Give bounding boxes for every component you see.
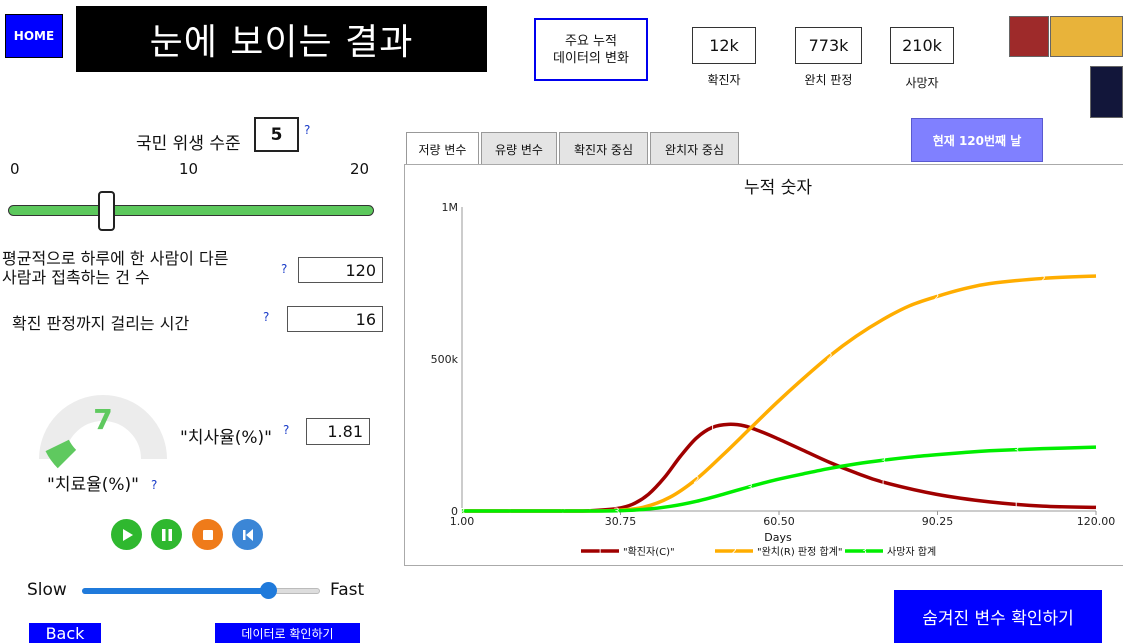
series-marker: 2 (1040, 274, 1046, 285)
legend-label: "완치(R) 판정 합계" (757, 546, 843, 558)
series-line (462, 422, 1097, 513)
deaths-stat-value: 210k (902, 36, 942, 55)
hygiene-help-icon[interactable]: ? (304, 123, 310, 137)
hygiene-mid-label: 10 (179, 160, 199, 178)
y-axis: 0500k1M (431, 201, 463, 518)
contacts-input[interactable]: 120 (298, 257, 383, 283)
night-color-swatch[interactable] (1090, 66, 1123, 118)
legend-label: "확진자(C)" (623, 546, 675, 558)
contacts-label: 평균적으로 하루에 한 사람이 다른 사람과 접촉하는 건 수 (2, 249, 228, 287)
legend-marker: 2 (731, 547, 737, 557)
series-layer: 1 1 11112 222223 3333 (459, 274, 1097, 518)
speed-fast-label: Fast (330, 580, 365, 600)
view-data-button[interactable]: 데이터로 확인하기 (215, 623, 360, 643)
series-marker: 2 (933, 293, 939, 304)
x-tick-label: 30.75 (605, 515, 637, 528)
hidden-variables-button[interactable]: 숨겨진 변수 확인하기 (894, 590, 1102, 643)
series-marker: 1 (1013, 500, 1019, 511)
death-rate-label: "치사율(%)" (180, 428, 272, 448)
tab-stock-variables[interactable]: 저량 변수 (406, 132, 479, 166)
chart-frame: 누적 숫자 0 500k 1M 1.00 30.75 60.50 90.25 120.00 … (404, 164, 1123, 566)
contacts-help-icon[interactable]: ? (281, 262, 287, 276)
x-axis-label: Days (764, 531, 792, 544)
summary-button[interactable]: 주요 누적 데이터의 변화 (534, 18, 648, 81)
rewind-button[interactable] (232, 519, 263, 550)
confirmed-stat-value: 12k (709, 36, 739, 55)
cure-rate-label: "치료율(%)" (47, 475, 139, 495)
series-marker: 1 (880, 478, 886, 489)
tab-flow-variables[interactable]: 유량 변수 (481, 132, 557, 165)
deaths-stat-box: 210k (890, 27, 954, 64)
tab-confirmed-focus[interactable]: 확진자 중심 (559, 132, 648, 165)
back-button[interactable]: Back (29, 623, 101, 643)
hygiene-label: 국민 위생 수준 (136, 134, 241, 154)
series-marker: 3 (880, 456, 886, 467)
x-tick-label: 120.00 (1077, 515, 1116, 528)
cumulative-chart: 누적 숫자 0500k1M 1.00 30.75 60.50 90.25 120.00 … (431, 178, 1116, 558)
series-marker: 3 (1013, 446, 1019, 457)
legend-marker: 3 (861, 547, 867, 557)
tab-recovered-focus[interactable]: 완치자 중심 (650, 132, 739, 165)
confirmed-color-swatch[interactable] (1009, 16, 1049, 57)
death-rate-help-icon[interactable]: ? (283, 423, 289, 437)
speed-slider-thumb[interactable] (259, 582, 277, 599)
chart-legend: 1 "확진자(C)" 2 "완치(R) 판정 합계" 3 사망자 합계 (581, 546, 936, 558)
contacts-label-line-1: 평균적으로 하루에 한 사람이 다른 (2, 249, 229, 268)
gauge-fill (45, 439, 77, 469)
recovered-stat-label: 완치 판정 (804, 73, 853, 87)
series-marker: 2 (693, 475, 699, 486)
confirm-time-label: 확진 판정까지 걸리는 시간 (12, 314, 190, 333)
confirm-time-input[interactable]: 16 (287, 306, 383, 332)
stop-icon (202, 529, 213, 540)
cure-rate-value: 7 (93, 403, 113, 436)
play-button[interactable] (111, 519, 142, 550)
x-axis: 1.00 30.75 60.50 90.25 120.00 (450, 510, 1116, 528)
hygiene-slider-thumb[interactable] (97, 191, 115, 231)
pause-button[interactable] (151, 519, 182, 550)
hygiene-slider-track[interactable] (8, 205, 374, 216)
summary-line-1: 주요 누적 (565, 33, 617, 49)
recovered-stat-box: 773k (795, 27, 862, 64)
hygiene-value: 5 (270, 124, 283, 145)
contacts-label-line-2: 사람과 접촉하는 건 수 (2, 268, 150, 287)
play-icon (122, 528, 133, 541)
confirmed-stat-label: 확진자 (707, 73, 741, 87)
series-marker: 3 (747, 483, 753, 494)
speed-slider-fill (82, 588, 268, 594)
recovered-color-swatch[interactable] (1050, 16, 1123, 57)
home-button[interactable]: HOME (5, 14, 63, 58)
current-day-button[interactable]: 현재 120번째 날 (911, 118, 1043, 162)
series-marker: 1 (709, 423, 715, 434)
series-marker: 2 (826, 352, 832, 363)
y-tick-label: 500k (431, 353, 459, 366)
cure-rate-help-icon[interactable]: ? (151, 478, 157, 492)
x-tick-label: 90.25 (922, 515, 954, 528)
rewind-icon (242, 528, 253, 541)
chart-title: 누적 숫자 (744, 178, 812, 198)
legend-label: 사망자 합계 (887, 546, 936, 558)
hygiene-min-label: 0 (10, 160, 20, 178)
speed-slow-label: Slow (27, 580, 67, 600)
y-tick-label: 1M (442, 201, 459, 214)
recovered-stat-value: 773k (808, 36, 849, 55)
death-rate-input[interactable]: 1.81 (306, 418, 370, 445)
page-title: 눈에 보이는 결과 (76, 6, 487, 72)
deaths-stat-label: 사망자 (905, 76, 939, 90)
confirm-time-help-icon[interactable]: ? (263, 310, 269, 324)
summary-line-2: 데이터의 변화 (553, 50, 629, 66)
hygiene-value-box: 5 (254, 117, 299, 152)
confirmed-stat-box: 12k (692, 27, 756, 64)
x-tick-label: 60.50 (763, 515, 795, 528)
hygiene-max-label: 20 (350, 160, 370, 178)
pause-icon (161, 528, 172, 541)
series-marker: 3 (459, 507, 465, 518)
series-marker: 3 (613, 507, 619, 518)
stop-button[interactable] (192, 519, 223, 550)
legend-marker: 1 (597, 547, 603, 557)
series-line (462, 274, 1097, 513)
